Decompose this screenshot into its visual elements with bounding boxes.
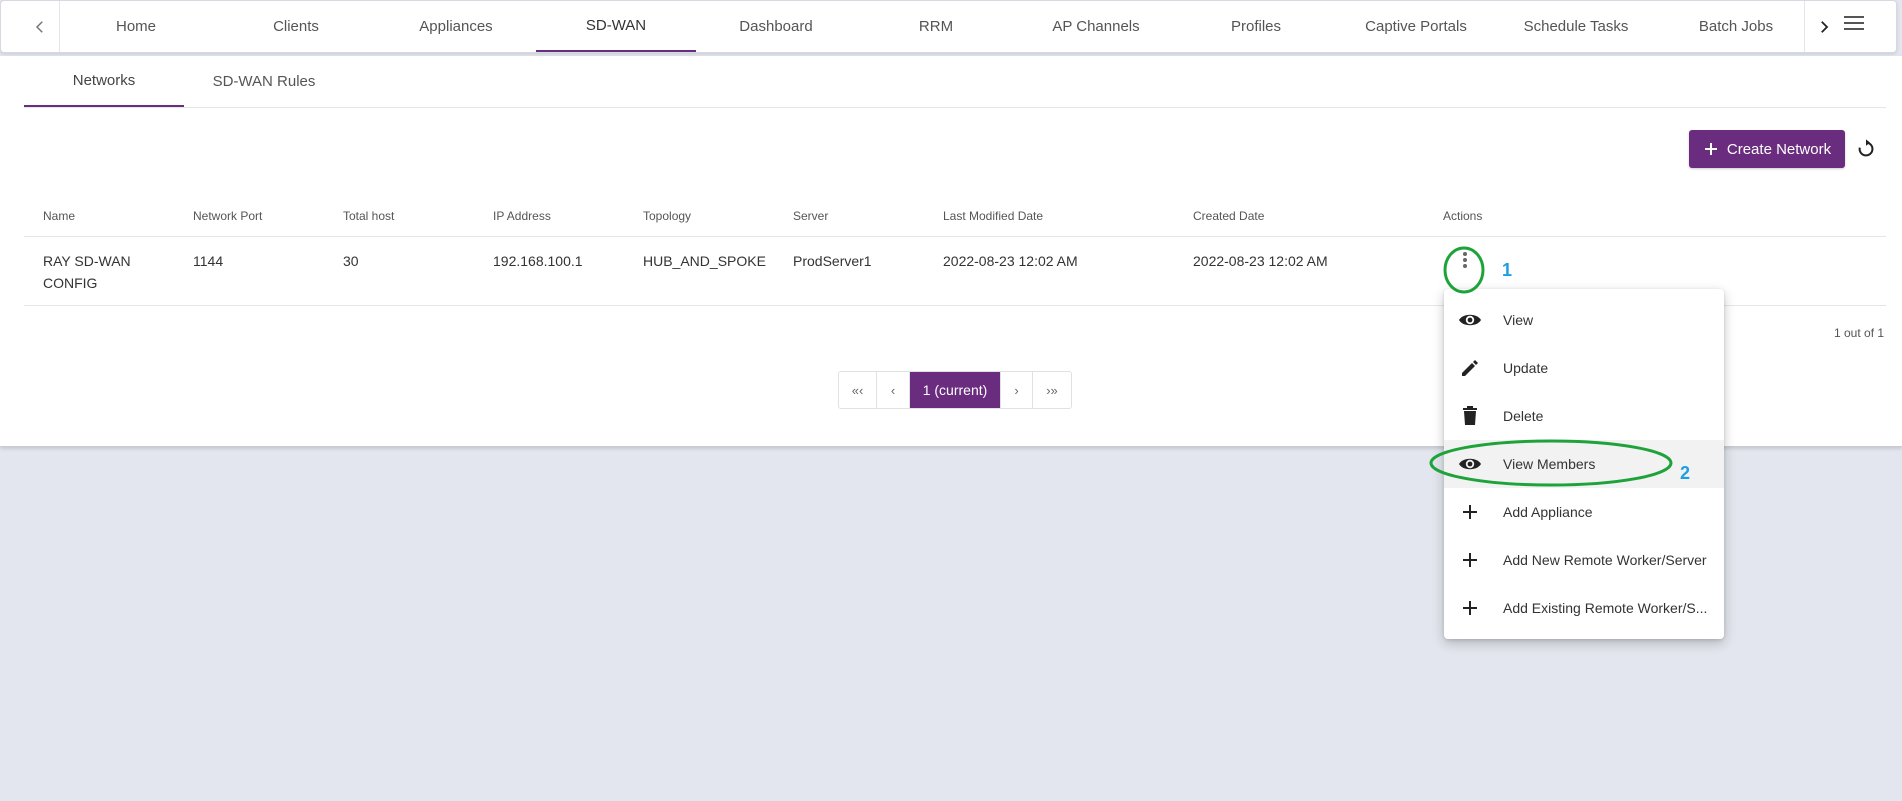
next-page-button[interactable]: › bbox=[1001, 372, 1033, 408]
nav-scroll-right-button[interactable] bbox=[1804, 1, 1843, 52]
tab-sd-wan-rules[interactable]: SD-WAN Rules bbox=[184, 56, 344, 107]
tab-rrm[interactable]: RRM bbox=[856, 1, 1016, 52]
tab-dashboard[interactable]: Dashboard bbox=[696, 1, 856, 52]
previous-page-button[interactable]: ‹ bbox=[877, 372, 910, 408]
column-header-last-modified[interactable]: Last Modified Date bbox=[943, 209, 1043, 223]
record-count: 1 out of 1 bbox=[1834, 326, 1885, 340]
column-header-ip-address[interactable]: IP Address bbox=[493, 209, 551, 223]
tab-profiles[interactable]: Profiles bbox=[1176, 1, 1336, 52]
top-navigation-bar: Home Clients Appliances SD-WAN Dashboard… bbox=[0, 0, 1897, 53]
table-header: Name Network Port Total host IP Address … bbox=[24, 196, 1886, 237]
column-header-created[interactable]: Created Date bbox=[1193, 209, 1264, 223]
chevron-left-icon bbox=[35, 20, 43, 33]
cell-ip-address: 192.168.100.1 bbox=[493, 253, 583, 269]
tab-ap-channels[interactable]: AP Channels bbox=[1016, 1, 1176, 52]
menu-item-view[interactable]: View bbox=[1444, 296, 1724, 344]
pagination: «‹ ‹ 1 (current) › ›» bbox=[838, 371, 1072, 409]
hamburger-menu-icon[interactable] bbox=[1841, 11, 1867, 35]
tab-appliances[interactable]: Appliances bbox=[376, 1, 536, 52]
refresh-icon[interactable] bbox=[1853, 136, 1879, 162]
menu-item-label: Add New Remote Worker/Server bbox=[1503, 552, 1707, 568]
column-header-network-port[interactable]: Network Port bbox=[193, 209, 262, 223]
trash-icon bbox=[1458, 404, 1482, 428]
create-network-button[interactable]: Create Network bbox=[1689, 130, 1845, 168]
menu-item-add-new-remote-worker[interactable]: Add New Remote Worker/Server bbox=[1444, 536, 1724, 584]
current-page-button[interactable]: 1 (current) bbox=[910, 372, 1001, 408]
tab-clients[interactable]: Clients bbox=[216, 1, 376, 52]
row-actions-button[interactable] bbox=[1450, 240, 1480, 280]
last-page-button[interactable]: ›» bbox=[1033, 372, 1071, 408]
tab-schedule-tasks[interactable]: Schedule Tasks bbox=[1496, 1, 1656, 52]
menu-item-label: Add Existing Remote Worker/S... bbox=[1503, 600, 1708, 616]
plus-icon bbox=[1458, 548, 1482, 572]
menu-item-delete[interactable]: Delete bbox=[1444, 392, 1724, 440]
annotation-number-1: 1 bbox=[1502, 260, 1513, 280]
menu-item-update[interactable]: Update bbox=[1444, 344, 1724, 392]
tab-home[interactable]: Home bbox=[56, 1, 216, 52]
first-page-button[interactable]: «‹ bbox=[839, 372, 877, 408]
sub-tabs: Networks SD-WAN Rules bbox=[24, 56, 1886, 108]
pencil-icon bbox=[1458, 356, 1482, 380]
column-header-name[interactable]: Name bbox=[43, 209, 75, 223]
main-tabs: Home Clients Appliances SD-WAN Dashboard… bbox=[56, 1, 1816, 52]
tab-captive-portals[interactable]: Captive Portals bbox=[1336, 1, 1496, 52]
cell-created: 2022-08-23 12:02 AM bbox=[1193, 253, 1328, 269]
eye-icon bbox=[1458, 452, 1482, 476]
plus-icon bbox=[1704, 143, 1717, 155]
menu-item-label: View bbox=[1503, 312, 1534, 328]
column-header-server[interactable]: Server bbox=[793, 209, 828, 223]
menu-item-label: Delete bbox=[1503, 408, 1544, 424]
cell-topology: HUB_AND_SPOKE bbox=[643, 253, 766, 269]
cell-last-modified: 2022-08-23 12:02 AM bbox=[943, 253, 1078, 269]
column-header-topology[interactable]: Topology bbox=[643, 209, 691, 223]
plus-icon bbox=[1458, 596, 1482, 620]
nav-scroll-left-button[interactable] bbox=[21, 1, 60, 52]
annotation-number-2: 2 bbox=[1680, 463, 1691, 483]
chevron-right-icon bbox=[1821, 20, 1829, 33]
column-header-actions: Actions bbox=[1443, 209, 1483, 223]
cell-name: RAY SD-WAN CONFIG bbox=[43, 253, 131, 291]
tab-batch-jobs[interactable]: Batch Jobs bbox=[1656, 1, 1816, 52]
tab-networks[interactable]: Networks bbox=[24, 56, 184, 107]
tab-sd-wan[interactable]: SD-WAN bbox=[536, 1, 696, 52]
cell-server: ProdServer1 bbox=[793, 253, 872, 269]
more-vertical-icon bbox=[1463, 252, 1467, 268]
menu-item-label: Update bbox=[1503, 360, 1549, 376]
menu-item-add-existing-remote-worker[interactable]: Add Existing Remote Worker/S... bbox=[1444, 584, 1724, 632]
menu-item-add-appliance[interactable]: Add Appliance bbox=[1444, 488, 1724, 536]
eye-icon bbox=[1458, 308, 1482, 332]
column-header-total-host[interactable]: Total host bbox=[343, 209, 394, 223]
plus-icon bbox=[1458, 500, 1482, 524]
create-network-label: Create Network bbox=[1726, 140, 1832, 158]
menu-item-label: Add Appliance bbox=[1503, 504, 1593, 520]
cell-total-host: 30 bbox=[343, 253, 359, 269]
cell-network-port: 1144 bbox=[193, 253, 224, 269]
